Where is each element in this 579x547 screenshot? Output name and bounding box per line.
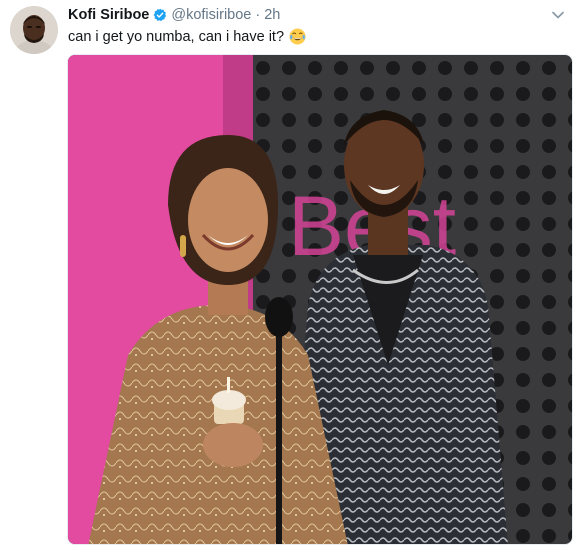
tweet-body: can i get yo numba, can i have it? bbox=[68, 28, 285, 45]
tweet-card[interactable]: Kofi Siriboe @kofisiriboe · 2h can i get… bbox=[0, 0, 579, 547]
display-name[interactable]: Kofi Siriboe bbox=[68, 7, 149, 23]
avatar[interactable] bbox=[10, 6, 58, 54]
laughing-emoji-icon bbox=[289, 28, 306, 45]
tweet-timestamp[interactable]: 2h bbox=[264, 7, 280, 23]
verified-badge-icon bbox=[153, 8, 167, 22]
photo-illustration: Best bbox=[68, 55, 572, 544]
tweet-text: can i get yo numba, can i have it? bbox=[68, 28, 306, 45]
chevron-down-icon[interactable] bbox=[551, 8, 565, 22]
avatar-photo bbox=[10, 6, 58, 54]
tweet-media-photo[interactable]: Best bbox=[67, 54, 573, 545]
user-handle[interactable]: @kofisiriboe bbox=[171, 7, 251, 23]
tweet-header: Kofi Siriboe @kofisiriboe · 2h bbox=[68, 6, 280, 24]
meta-separator: · bbox=[255, 7, 261, 23]
